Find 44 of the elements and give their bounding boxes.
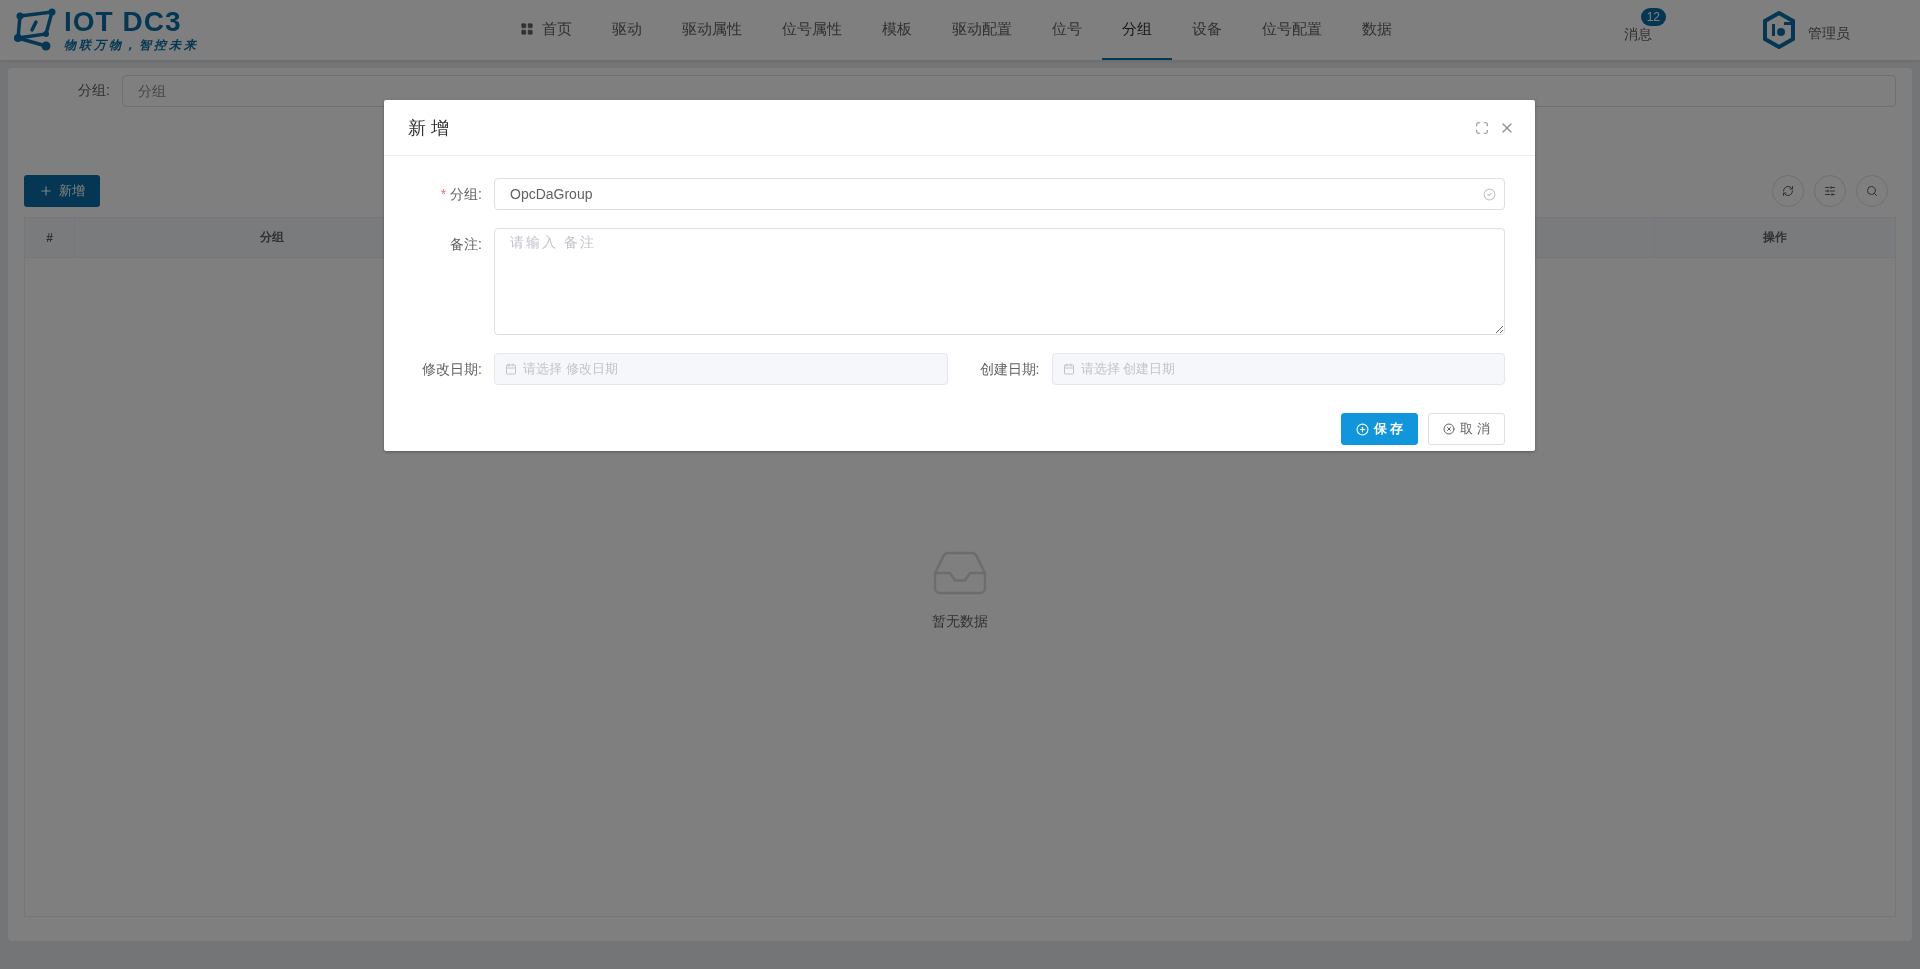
search-icon: [1866, 185, 1878, 197]
logo-title: IOT DC3: [64, 7, 183, 37]
nav-tab[interactable]: 驱动: [592, 0, 662, 60]
nav-tab[interactable]: 分组: [1102, 0, 1172, 60]
remark-field[interactable]: 请输入 备注: [494, 228, 1505, 335]
save-button[interactable]: 保 存: [1340, 413, 1419, 445]
text-field[interactable]: OpcDaGroup: [494, 178, 1505, 210]
plus-icon: [39, 184, 53, 198]
field-label: 修改日期:: [421, 360, 482, 379]
x-circle-icon: [1443, 423, 1456, 435]
plus-circle-icon: [1355, 422, 1369, 436]
fullscreen-icon[interactable]: [1475, 120, 1489, 135]
field-label: 创建日期:: [979, 360, 1040, 379]
field-label: * 分组:: [440, 185, 482, 204]
nav-tab[interactable]: 首页: [500, 0, 592, 60]
filter-button[interactable]: [1814, 175, 1846, 207]
count-badge: 12: [1640, 7, 1666, 26]
dialog-title: 新 增: [408, 116, 449, 140]
nav-tab[interactable]: 位号: [1032, 0, 1102, 60]
nav-tab[interactable]: 位号配置: [1242, 0, 1342, 60]
logo-icon: [12, 8, 56, 52]
nav-tab[interactable]: 驱动配置: [932, 0, 1032, 60]
grid-icon: [520, 22, 534, 36]
messages-link[interactable]: 消息: [1624, 25, 1652, 42]
calendar-icon: [505, 363, 517, 375]
user-name[interactable]: 管理员: [1808, 17, 1850, 43]
nav-tab[interactable]: 位号属性: [762, 0, 862, 60]
logo-slogan: 物联万物，智控未来: [64, 37, 199, 53]
avatar-icon[interactable]: [1762, 11, 1796, 49]
cancel-button[interactable]: 取 消: [1428, 413, 1505, 445]
nav-tab[interactable]: 模板: [862, 0, 932, 60]
search-label: 分组:: [78, 82, 110, 100]
refresh-button[interactable]: [1772, 175, 1804, 207]
nav-tab[interactable]: 驱动属性: [662, 0, 762, 60]
add-button[interactable]: 新增: [24, 175, 100, 207]
nav-tab[interactable]: 设备: [1172, 0, 1242, 60]
empty-text: 暂无数据: [932, 613, 988, 631]
column-header: #: [25, 218, 75, 257]
column-header: 操作: [1762, 229, 1788, 246]
search-button[interactable]: [1856, 175, 1888, 207]
nav-tab[interactable]: 数据: [1342, 0, 1412, 60]
refresh-icon: [1782, 185, 1794, 197]
calendar-icon: [1062, 363, 1075, 375]
sliders-icon: [1824, 185, 1836, 197]
